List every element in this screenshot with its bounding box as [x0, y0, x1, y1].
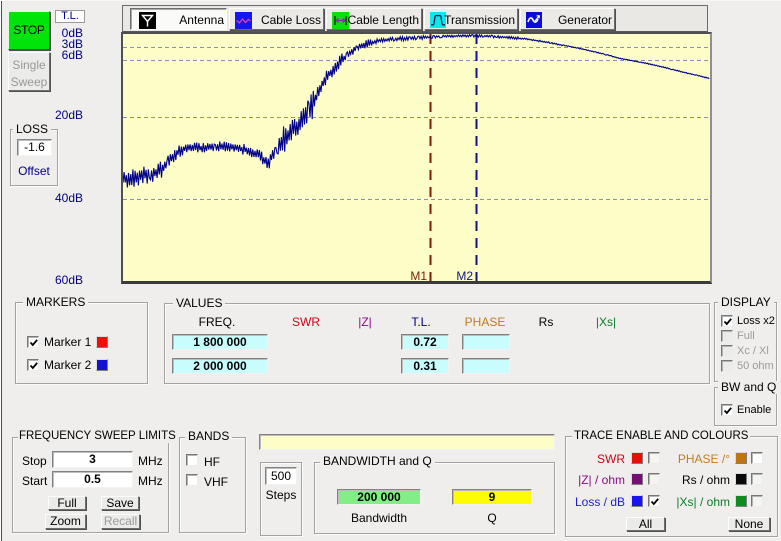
svg-text:M1: M1 [410, 269, 427, 281]
svg-text:M2: M2 [456, 269, 473, 281]
